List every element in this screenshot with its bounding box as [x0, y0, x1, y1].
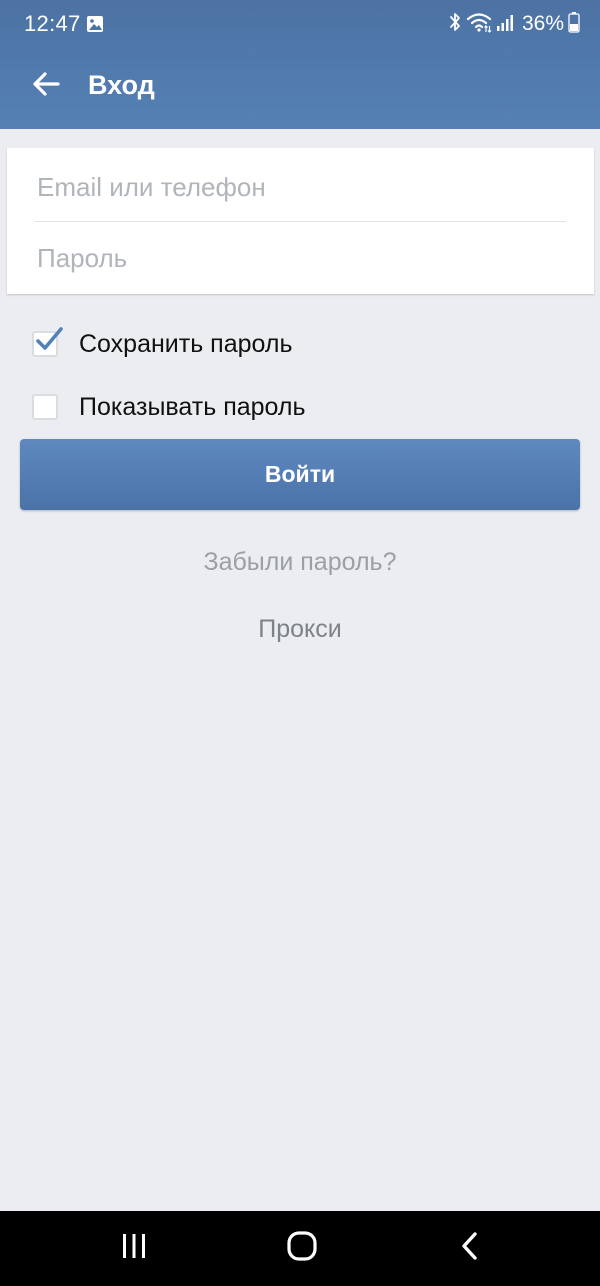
back-button[interactable]	[26, 66, 66, 106]
save-password-label: Сохранить пароль	[79, 329, 293, 358]
login-button[interactable]: Войти	[20, 439, 580, 510]
system-navigation-bar	[0, 1211, 600, 1286]
system-back-button[interactable]	[440, 1223, 500, 1273]
back-icon	[458, 1231, 482, 1266]
app-bar: 12:47 36% Вход	[0, 0, 600, 129]
bluetooth-icon	[448, 11, 462, 38]
recents-button[interactable]	[104, 1223, 164, 1273]
proxy-link[interactable]: Прокси	[0, 615, 600, 644]
page-title: Вход	[88, 70, 155, 100]
forgot-password-link[interactable]: Забыли пароль?	[0, 548, 600, 577]
status-icons: 36%	[448, 10, 580, 38]
save-password-option[interactable]: Сохранить пароль	[32, 324, 293, 364]
checkmark-icon	[32, 323, 66, 362]
back-arrow-icon	[32, 71, 60, 102]
signal-icon	[496, 11, 514, 38]
show-password-checkbox[interactable]	[32, 394, 58, 420]
home-button[interactable]	[272, 1223, 332, 1273]
save-password-checkbox[interactable]	[32, 327, 63, 357]
password-field[interactable]	[35, 228, 568, 288]
email-field[interactable]	[35, 157, 568, 217]
recents-icon	[119, 1232, 149, 1265]
battery-icon	[568, 11, 580, 38]
show-password-label: Показывать пароль	[79, 392, 306, 421]
home-icon	[286, 1230, 318, 1266]
status-bar: 12:47 36%	[0, 0, 600, 44]
battery-percent: 36%	[521, 12, 564, 35]
wifi-icon	[466, 11, 492, 38]
field-divider	[35, 221, 566, 222]
status-time: 12:47	[24, 11, 81, 36]
login-form	[7, 148, 594, 294]
gallery-icon	[86, 15, 104, 33]
show-password-option[interactable]: Показывать пароль	[32, 387, 306, 427]
